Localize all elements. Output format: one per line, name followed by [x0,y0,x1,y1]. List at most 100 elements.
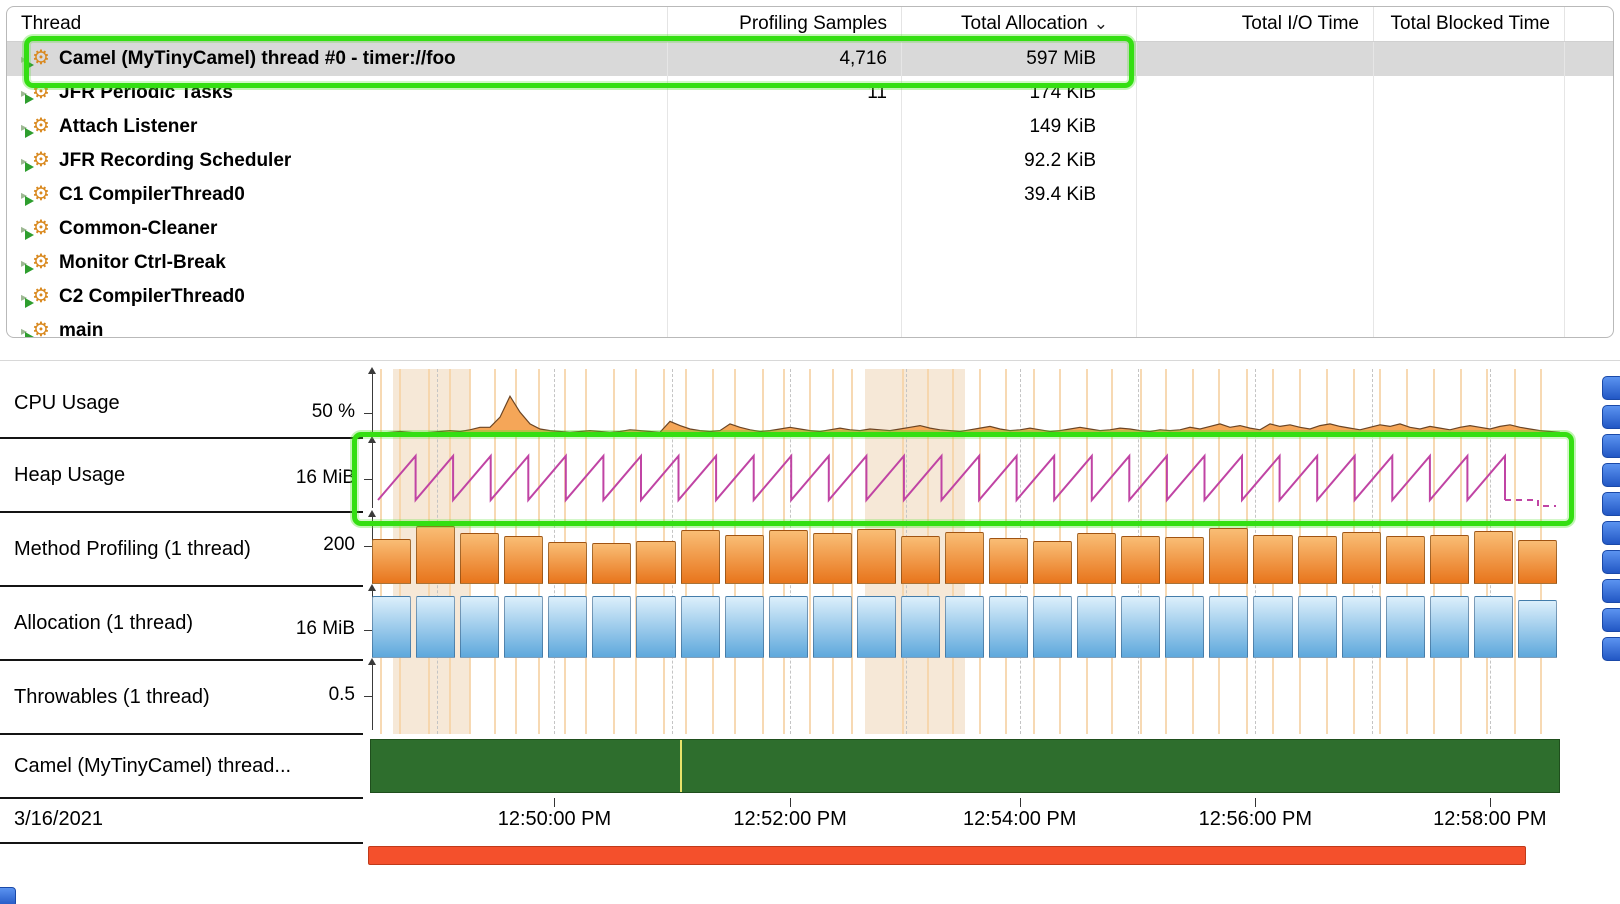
table-row[interactable]: ▸ ⚙ Attach Listener 149 KiB [7,110,1613,144]
bar [416,526,455,584]
total-allocation-value: 174 KiB [901,76,1136,110]
table-row[interactable]: ▸ ⚙ C2 CompilerThread0 [7,280,1613,314]
table-row[interactable]: ▸ ⚙ Monitor Ctrl-Break [7,246,1613,280]
thread-name-cell: ▸ ⚙ main [7,314,667,338]
bar [681,530,720,584]
running-thread-icon [25,264,34,274]
total-blocked-time-value [1373,246,1564,280]
column-header-total-blocked-time[interactable]: Total Blocked Time [1373,7,1564,41]
column-header-spacer [1564,7,1613,41]
bar [1209,528,1248,584]
chart-toolbar-button[interactable] [1602,550,1620,574]
axis-value-cpu-usage: 50 % [200,401,355,423]
thread-name: Common-Cleaner [59,218,217,240]
table-row[interactable]: ▸ ⚙ Camel (MyTinyCamel) thread #0 - time… [7,42,1613,76]
total-allocation-value [901,212,1136,246]
bar [1342,532,1381,584]
chart-toolbar-button[interactable] [1602,434,1620,458]
total-allocation-value: 149 KiB [901,110,1136,144]
bar [372,539,411,584]
thread-gear-icon: ⚙ [30,150,52,172]
column-header-total-io-time[interactable]: Total I/O Time [1136,7,1373,41]
chart-toolbar-button[interactable] [1602,637,1620,661]
bar [1386,536,1425,584]
thread-gear-icon: ⚙ [30,82,52,104]
thread-gear-icon: ⚙ [30,184,52,206]
bar [1518,600,1557,659]
total-allocation-value [901,280,1136,314]
thread-activity-band[interactable] [370,739,1560,793]
total-blocked-time-value [1373,42,1564,76]
time-tick-label: 12:54:00 PM [963,808,1076,831]
bar [769,530,808,584]
range-selector-bar[interactable] [368,846,1526,865]
time-tick-label: 12:52:00 PM [733,808,846,831]
thread-gear-icon: ⚙ [30,320,52,338]
bar [504,536,543,584]
total-io-time-value [1136,178,1373,212]
total-io-time-value [1136,76,1373,110]
bar [1209,596,1248,658]
profiling-samples-value [667,280,901,314]
thread-gear-icon: ⚙ [30,48,52,70]
total-blocked-time-value [1373,314,1564,338]
thread-name-cell: ▸ ⚙ Common-Cleaner [7,212,667,246]
profiler-window: Thread Profiling Samples Total Allocatio… [0,0,1620,904]
profiling-samples-value: 11 [667,76,901,110]
thread-name-cell: ▸ ⚙ Attach Listener [7,110,667,144]
axis-value-method-profiling-1-thread: 200 [200,534,355,556]
time-tick-label: 12:56:00 PM [1199,808,1312,831]
running-thread-icon [25,196,34,206]
total-allocation-value: 39.4 KiB [901,178,1136,212]
thread-table-body: ▸ ⚙ Camel (MyTinyCamel) thread #0 - time… [7,42,1613,338]
column-header-total-allocation[interactable]: Total Allocation ⌄ [901,7,1136,41]
bar [1298,536,1337,584]
chart-toolbar-button[interactable] [1602,492,1620,516]
axis-value-heap-usage: 16 MiB [200,467,355,489]
table-row[interactable]: ▸ ⚙ main [7,314,1613,338]
thread-gear-icon: ⚙ [30,116,52,138]
column-header-profiling-samples[interactable]: Profiling Samples [667,7,901,41]
table-row[interactable]: ▸ ⚙ JFR Periodic Tasks 11 174 KiB [7,76,1613,110]
bar [1430,535,1469,584]
table-row[interactable]: ▸ ⚙ JFR Recording Scheduler 92.2 KiB [7,144,1613,178]
total-blocked-time-value [1373,110,1564,144]
spacer-cell [1564,280,1613,314]
profiling-samples-value [667,178,901,212]
table-row[interactable]: ▸ ⚙ C1 CompilerThread0 39.4 KiB [7,178,1613,212]
bar [1386,596,1425,658]
chart-toolbar-button[interactable] [1602,608,1620,632]
spacer-cell [1564,246,1613,280]
chart-toolbar-button[interactable] [1602,463,1620,487]
allocation-chart[interactable] [370,586,1560,660]
total-blocked-time-value [1373,76,1564,110]
time-axis-tick [1490,798,1491,807]
bar [725,596,764,658]
spacer-cell [1564,76,1613,110]
thread-name: JFR Periodic Tasks [59,82,233,104]
bar [945,532,984,584]
bar [1298,596,1337,658]
axis-value-throwables-1-thread: 0.5 [200,684,355,706]
table-row[interactable]: ▸ ⚙ Common-Cleaner [7,212,1613,246]
timeline-panel: 3/16/2021 CPU Usage50 %Heap Usage16 MiBM… [0,360,1620,904]
spacer-cell [1564,314,1613,338]
time-axis-tick [790,798,791,807]
total-blocked-time-value [1373,178,1564,212]
running-thread-icon [25,60,34,70]
lane-label-allocation-1-thread: Allocation (1 thread) [14,586,193,660]
bar [901,536,940,584]
corner-button[interactable] [0,887,16,904]
cpu-usage-chart[interactable] [370,369,1560,438]
heap-usage-chart[interactable] [370,438,1560,512]
running-thread-icon [25,230,34,240]
column-header-thread[interactable]: Thread [7,7,667,41]
chart-toolbar-button[interactable] [1602,521,1620,545]
thread-name: C1 CompilerThread0 [59,184,245,206]
chart-toolbar-button[interactable] [1602,579,1620,603]
profiling-samples-value [667,314,901,338]
chart-toolbar-button[interactable] [1602,376,1620,400]
time-axis-tick [1020,798,1021,807]
chart-toolbar-button[interactable] [1602,405,1620,429]
method-profiling-chart[interactable] [370,512,1560,586]
